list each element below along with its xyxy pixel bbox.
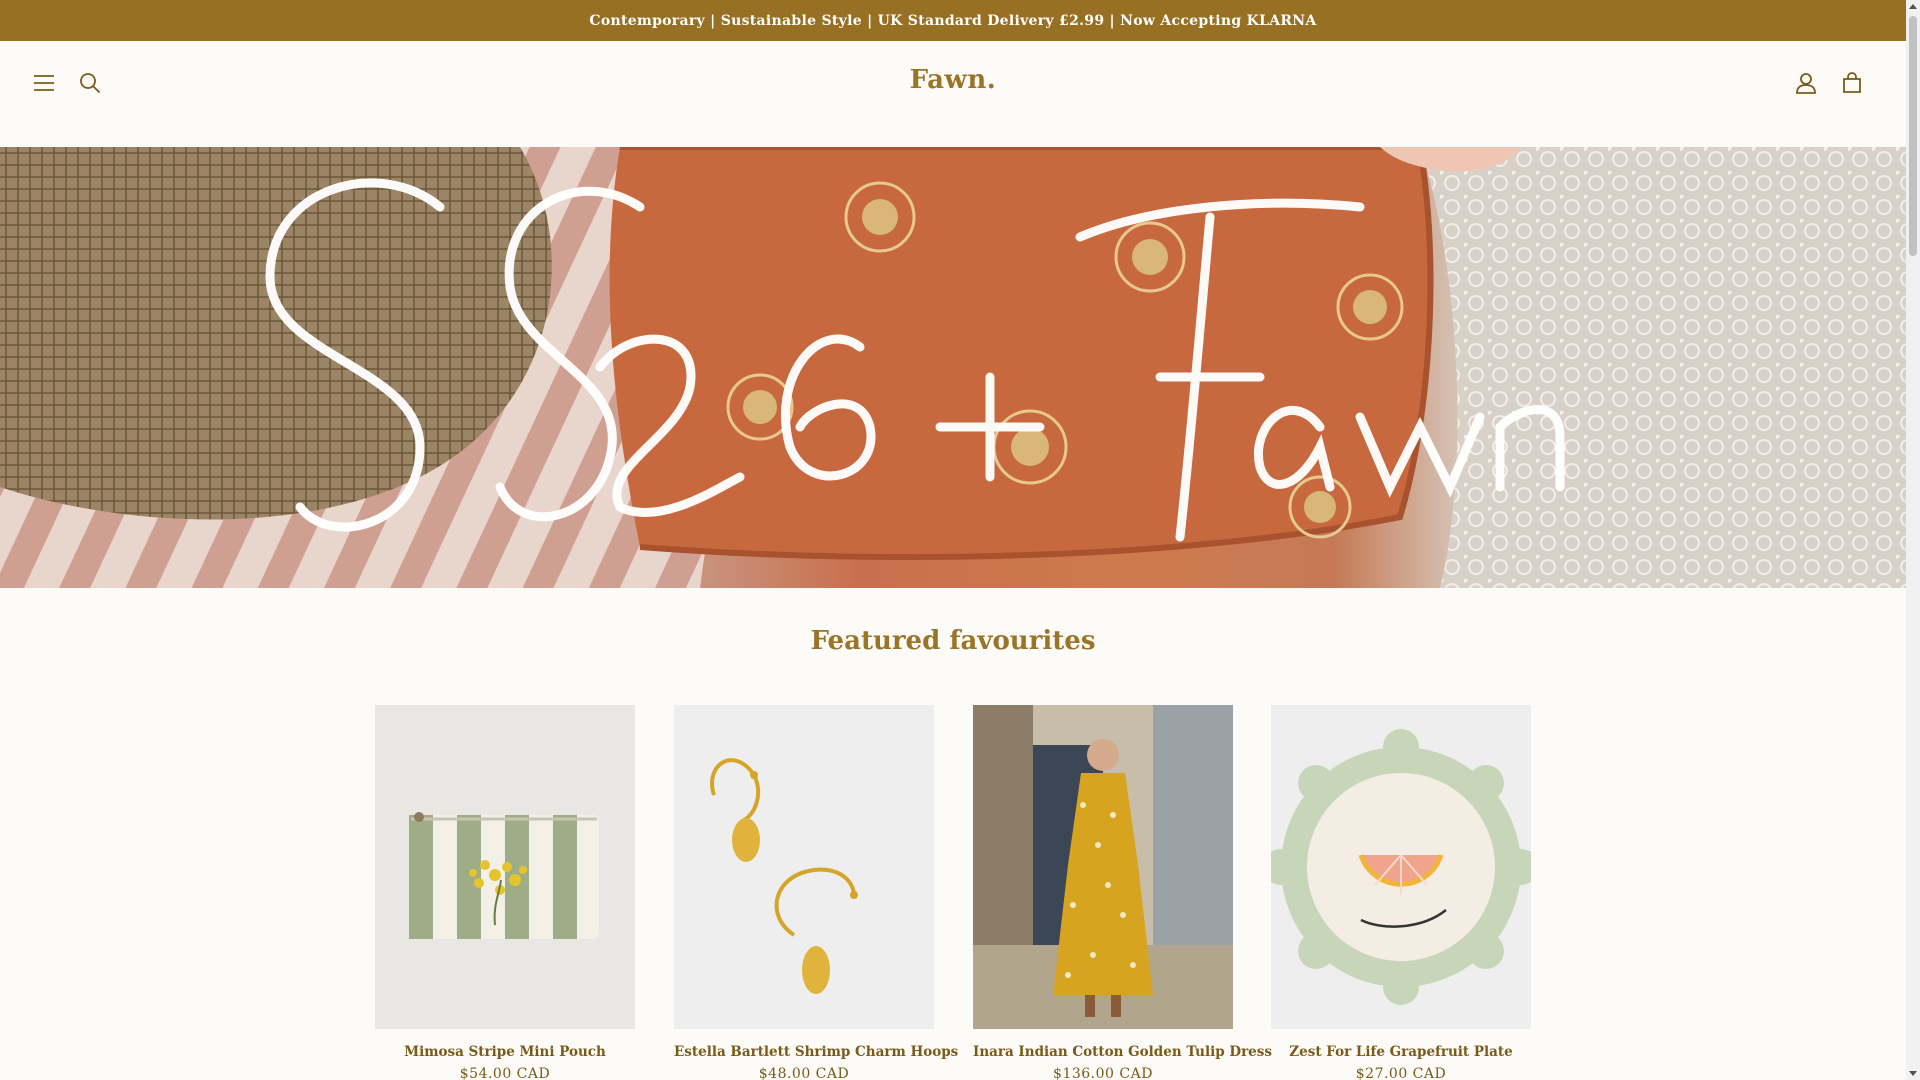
product-card[interactable]: Mimosa Stripe Mini Pouch $54.00 CAD <box>375 705 635 1080</box>
hero-banner[interactable] <box>0 147 1906 588</box>
earrings-image <box>710 758 858 994</box>
plate-image <box>1271 729 1531 1005</box>
product-name[interactable]: Zest For Life Grapefruit Plate <box>1271 1044 1531 1060</box>
featured-title: Featured favourites <box>810 626 1096 656</box>
hero-image <box>0 147 1906 588</box>
announcement-bar: Contemporary | Sustainable Style | UK St… <box>0 0 1906 41</box>
product-price: $48.00 CAD <box>758 1066 850 1080</box>
product-name[interactable]: Estella Bartlett Shrimp Charm Hoops <box>674 1044 958 1060</box>
account-icon <box>1796 73 1816 94</box>
product-card[interactable]: Estella Bartlett Shrimp Charm Hoops $48.… <box>674 705 958 1080</box>
product-image[interactable] <box>973 705 1233 1029</box>
cart-icon <box>1843 72 1861 93</box>
scrollbar-thumb[interactable] <box>1909 16 1917 256</box>
announcement-text: Contemporary | Sustainable Style | UK St… <box>589 12 1317 29</box>
scroll-up-arrow-icon[interactable] <box>1909 4 1917 9</box>
product-image[interactable] <box>674 705 934 1029</box>
product-image[interactable] <box>375 705 635 1029</box>
product-name[interactable]: Mimosa Stripe Mini Pouch <box>375 1044 635 1060</box>
site-logo[interactable]: Fawn. <box>0 65 1906 95</box>
pouch-image <box>409 812 599 939</box>
dress-image <box>973 705 1233 1029</box>
scroll-down-arrow-icon[interactable] <box>1909 1071 1917 1076</box>
product-card[interactable]: Zest For Life Grapefruit Plate $27.00 CA… <box>1271 705 1531 1080</box>
product-image[interactable] <box>1271 705 1531 1029</box>
product-price: $136.00 CAD <box>1053 1066 1153 1080</box>
product-price: $54.00 CAD <box>459 1066 551 1080</box>
vertical-scrollbar[interactable] <box>1906 0 1920 1080</box>
site-header: Fawn. <box>0 41 1906 147</box>
product-price: $27.00 CAD <box>1355 1066 1447 1080</box>
product-name[interactable]: Inara Indian Cotton Golden Tulip Dress <box>973 1044 1272 1060</box>
cart-button[interactable] <box>1834 65 1870 101</box>
product-card[interactable]: Inara Indian Cotton Golden Tulip Dress $… <box>973 705 1272 1080</box>
account-button[interactable] <box>1788 65 1824 101</box>
